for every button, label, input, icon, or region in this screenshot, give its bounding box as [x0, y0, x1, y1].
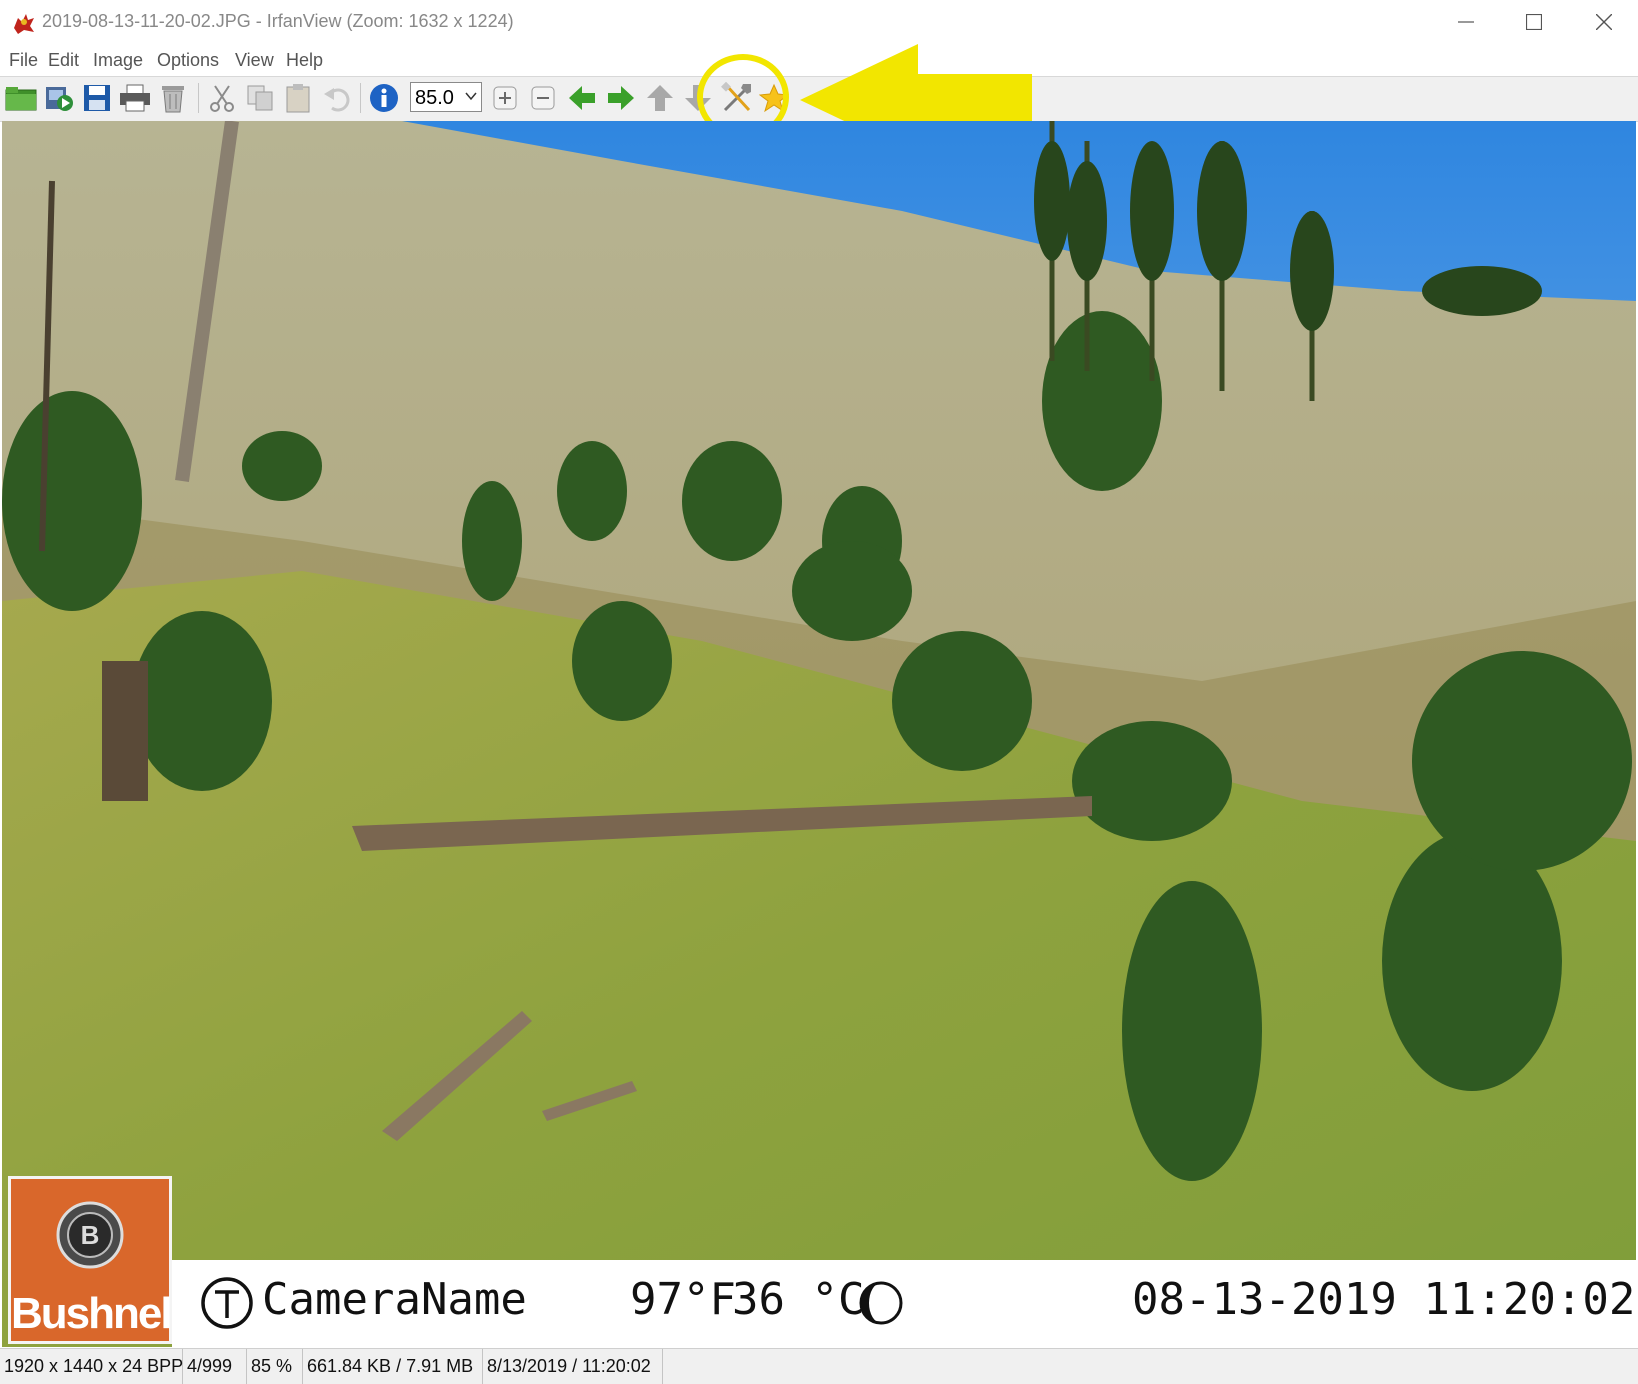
save-icon — [84, 85, 110, 111]
minimize-icon — [1458, 21, 1474, 23]
delete-icon — [162, 86, 184, 113]
open-button[interactable] — [4, 81, 38, 115]
move-up-button[interactable] — [643, 81, 677, 115]
menu-help[interactable]: Help — [286, 50, 323, 71]
bushnell-badge-icon: B — [56, 1201, 124, 1269]
maximize-button[interactable] — [1500, 0, 1568, 44]
status-dimensions: 1920 x 1440 x 24 BPP — [0, 1349, 183, 1384]
undo-button[interactable] — [319, 81, 353, 115]
landscape-photo — [2, 121, 1636, 1347]
maximize-icon — [1526, 14, 1542, 30]
cut-button[interactable] — [205, 81, 239, 115]
camera-name: CameraName — [262, 1274, 527, 1325]
window-title: 2019-08-13-11-20-02.JPG - IrfanView (Zoo… — [42, 11, 514, 31]
bushnell-logo: B Bushnell — [8, 1176, 183, 1344]
properties-tools-icon — [721, 82, 751, 112]
image-view[interactable] — [2, 121, 1636, 1347]
moon-phase-icon — [859, 1281, 903, 1325]
menu-image[interactable]: Image — [93, 50, 143, 71]
copy-icon — [247, 85, 273, 111]
print-button[interactable] — [118, 81, 152, 115]
save-button[interactable] — [80, 81, 114, 115]
zoom-combobox[interactable]: 85.0 — [410, 82, 482, 112]
zoom-out-button[interactable] — [526, 81, 560, 115]
paste-button[interactable] — [281, 81, 315, 115]
title-bar: 2019-08-13-11-20-02.JPG - IrfanView (Zoo… — [0, 0, 1638, 44]
status-filesize: 661.84 KB / 7.91 MB — [303, 1349, 483, 1384]
timer-t-icon — [201, 1277, 253, 1329]
print-icon — [120, 84, 150, 112]
slideshow-icon — [46, 87, 73, 111]
info-icon — [370, 84, 398, 112]
slideshow-button[interactable] — [42, 81, 76, 115]
status-bar: 1920 x 1440 x 24 BPP 4/999 85 % 661.84 K… — [0, 1348, 1638, 1384]
open-folder-icon — [5, 87, 37, 111]
zoom-in-button[interactable] — [488, 81, 522, 115]
info-button[interactable] — [367, 81, 401, 115]
menu-edit[interactable]: Edit — [48, 50, 79, 71]
temperature-c: 36 °C — [732, 1274, 865, 1325]
minimize-button[interactable] — [1432, 0, 1500, 44]
svg-text:B: B — [81, 1220, 100, 1250]
temperature-f: 97°F — [630, 1274, 736, 1325]
previous-button[interactable] — [565, 81, 599, 115]
down-arrow-icon — [685, 85, 711, 111]
cut-icon — [210, 85, 234, 112]
next-button[interactable] — [604, 81, 638, 115]
close-icon — [1596, 14, 1612, 30]
close-button[interactable] — [1570, 0, 1638, 44]
zoom-value: 85.0 — [415, 87, 454, 109]
up-arrow-icon — [647, 85, 673, 111]
paste-icon — [286, 84, 310, 113]
menu-bar: File Edit Image Options View Help — [0, 46, 1638, 76]
camera-info-strip: CameraName 97°F 36 °C 08-13-2019 11:20:0… — [172, 1260, 1636, 1347]
menu-view[interactable]: View — [235, 50, 274, 71]
status-index: 4/999 — [183, 1349, 247, 1384]
previous-arrow-icon — [569, 86, 595, 110]
toolbar: 85.0 — [0, 76, 1638, 122]
status-zoom: 85 % — [247, 1349, 303, 1384]
copy-button[interactable] — [243, 81, 277, 115]
undo-icon — [324, 88, 350, 112]
capture-datetime: 08-13-2019 11:20:02 — [1132, 1274, 1636, 1325]
chevron-down-icon — [465, 92, 477, 101]
menu-file[interactable]: File — [9, 50, 38, 71]
status-date: 8/13/2019 / 11:20:02 — [483, 1349, 663, 1384]
delete-button[interactable] — [156, 81, 190, 115]
favorites-button[interactable] — [757, 81, 791, 115]
favorites-star-icon — [759, 83, 789, 113]
irfanview-app-icon[interactable] — [10, 8, 38, 36]
zoom-out-icon — [531, 86, 555, 110]
move-down-button[interactable] — [681, 81, 715, 115]
brand-name: Bushnell — [11, 1289, 183, 1338]
properties-button[interactable] — [720, 81, 754, 115]
next-arrow-icon — [608, 86, 634, 110]
zoom-in-icon — [493, 86, 517, 110]
menu-options[interactable]: Options — [157, 50, 219, 71]
